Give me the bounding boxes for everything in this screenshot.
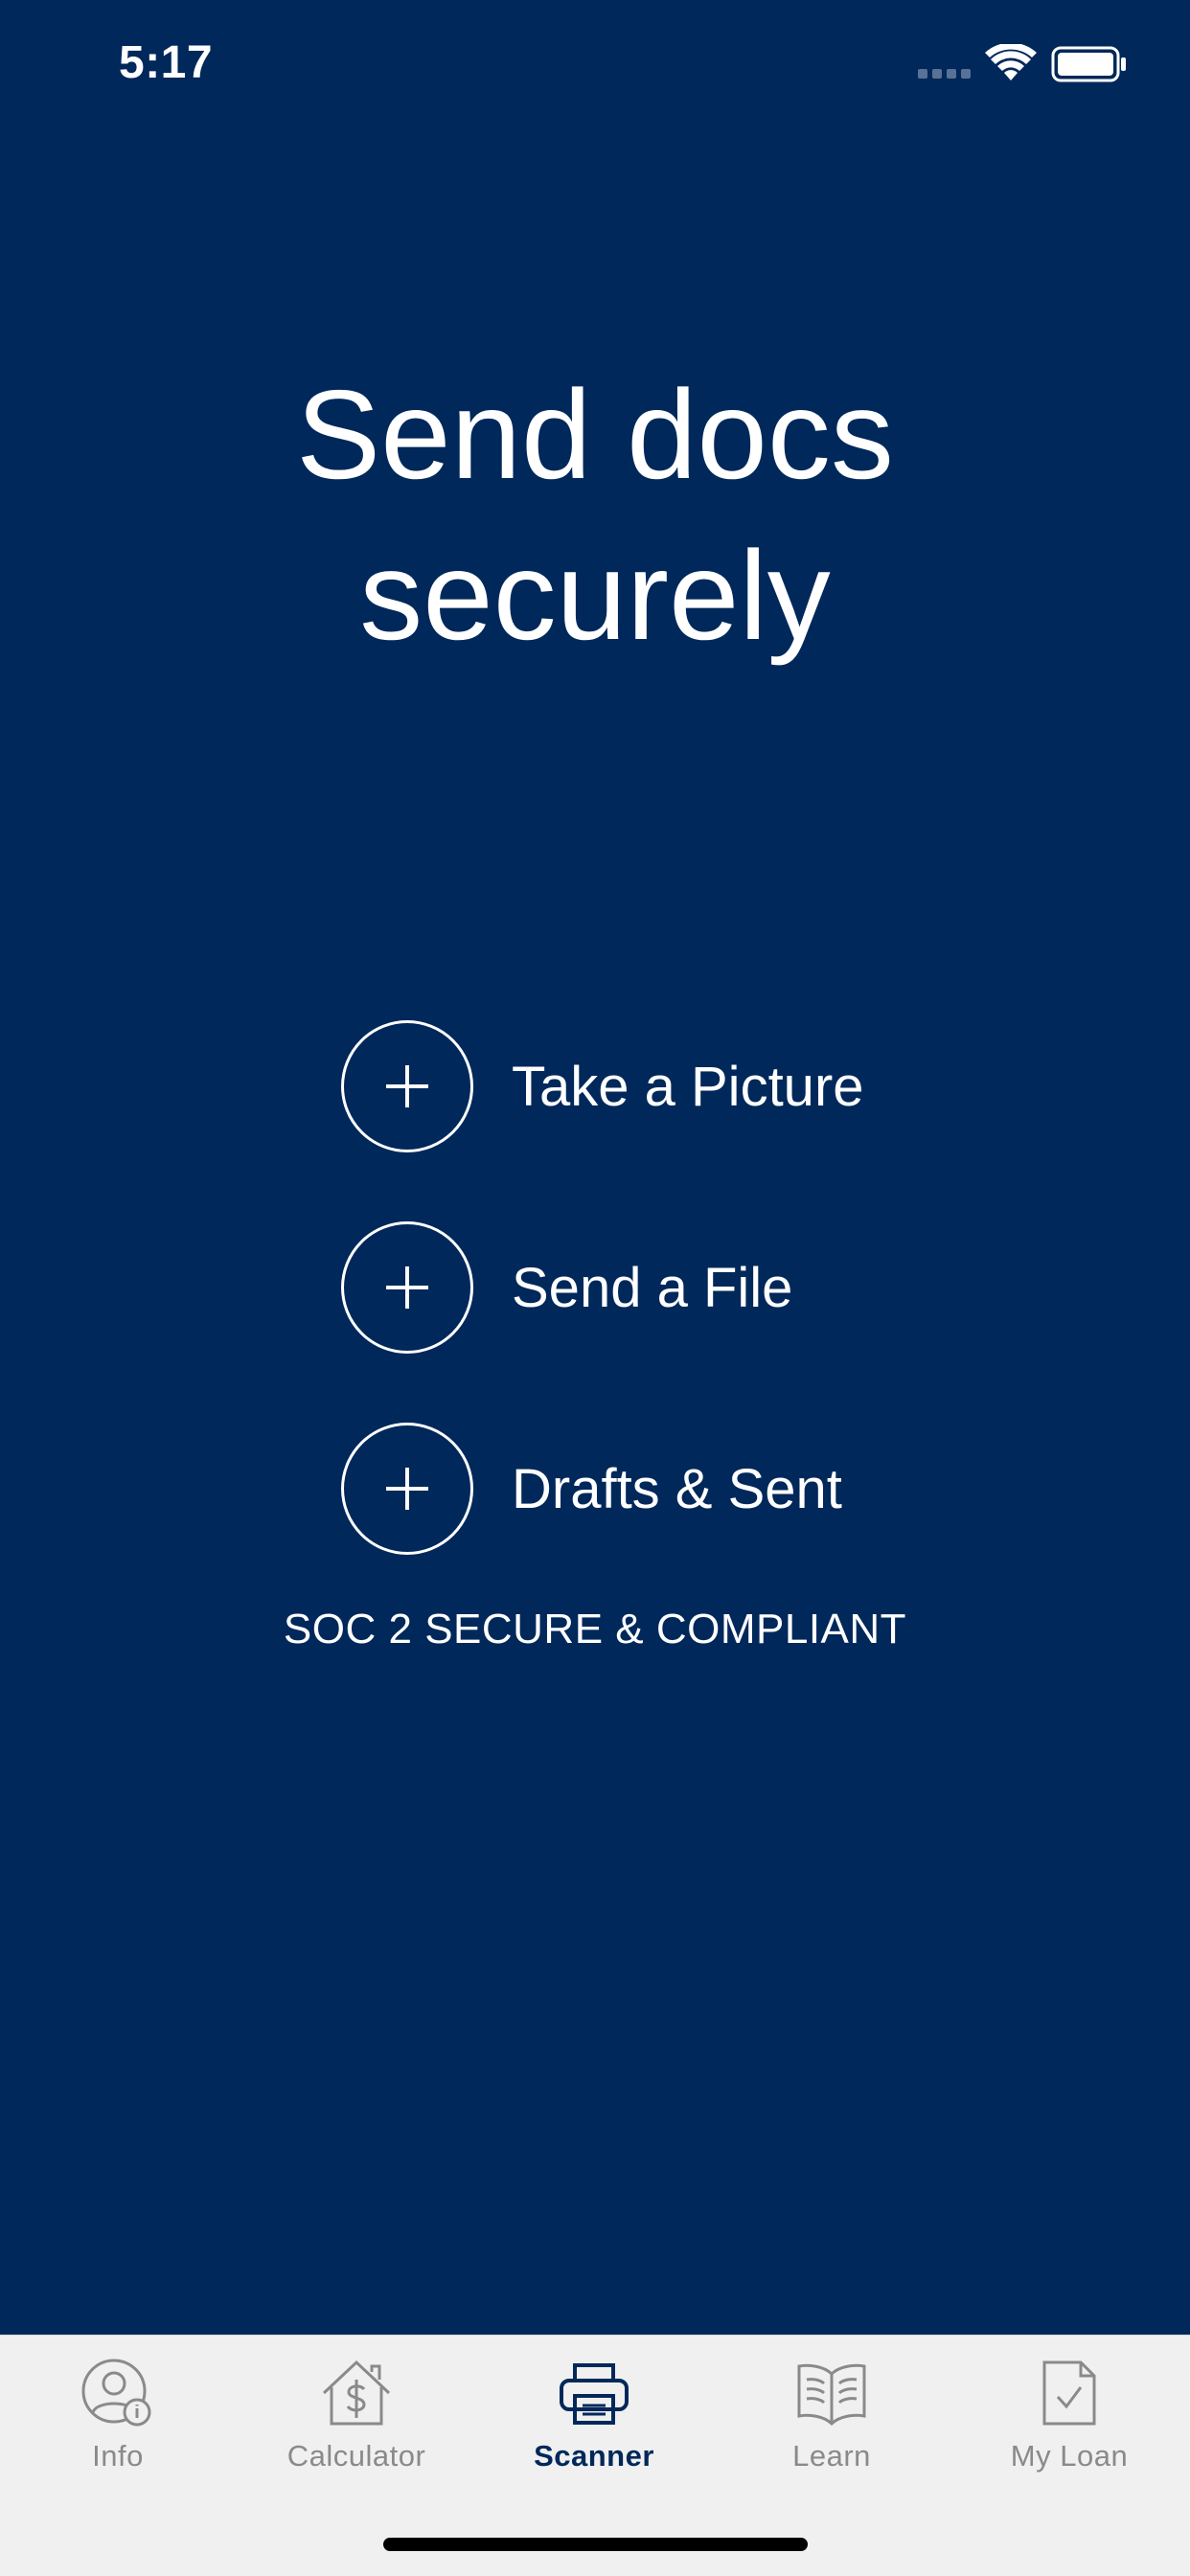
- tab-calculator[interactable]: Calculator: [238, 2355, 475, 2518]
- take-picture-button[interactable]: Take a Picture: [341, 1019, 864, 1153]
- signal-dots-icon: [918, 69, 971, 79]
- wifi-icon: [985, 44, 1037, 80]
- house-dollar-icon: [320, 2355, 393, 2431]
- page-title-line-1: Send docs: [296, 364, 894, 505]
- user-info-icon: [81, 2355, 154, 2431]
- printer-icon: [558, 2355, 630, 2431]
- tab-my-loan[interactable]: My Loan: [950, 2355, 1188, 2518]
- plus-icon: [341, 1020, 473, 1152]
- battery-icon: [1051, 46, 1126, 82]
- status-bar: 5:17: [0, 0, 1190, 134]
- tab-learn-label: Learn: [792, 2439, 871, 2473]
- plus-icon: [341, 1423, 473, 1555]
- tab-info-label: Info: [92, 2439, 144, 2473]
- send-file-button[interactable]: Send a File: [341, 1220, 792, 1355]
- tab-learn[interactable]: Learn: [713, 2355, 950, 2518]
- page-title: Send docs securely: [0, 354, 1190, 676]
- tab-my-loan-label: My Loan: [1010, 2439, 1129, 2473]
- drafts-sent-label: Drafts & Sent: [512, 1457, 842, 1520]
- home-indicator[interactable]: [383, 2538, 808, 2551]
- open-book-icon: [795, 2355, 868, 2431]
- page-title-line-2: securely: [359, 525, 831, 666]
- plus-icon: [341, 1221, 473, 1354]
- drafts-sent-button[interactable]: Drafts & Sent: [341, 1422, 842, 1556]
- tab-calculator-label: Calculator: [286, 2439, 426, 2473]
- status-time: 5:17: [119, 37, 214, 88]
- tab-scanner[interactable]: Scanner: [475, 2355, 713, 2518]
- take-picture-label: Take a Picture: [512, 1055, 864, 1118]
- tab-info[interactable]: Info: [0, 2355, 237, 2518]
- compliance-text: SOC 2 SECURE & COMPLIANT: [283, 1606, 907, 1653]
- send-file-label: Send a File: [512, 1256, 793, 1319]
- document-check-icon: [1041, 2355, 1098, 2431]
- tab-scanner-label: Scanner: [534, 2439, 654, 2473]
